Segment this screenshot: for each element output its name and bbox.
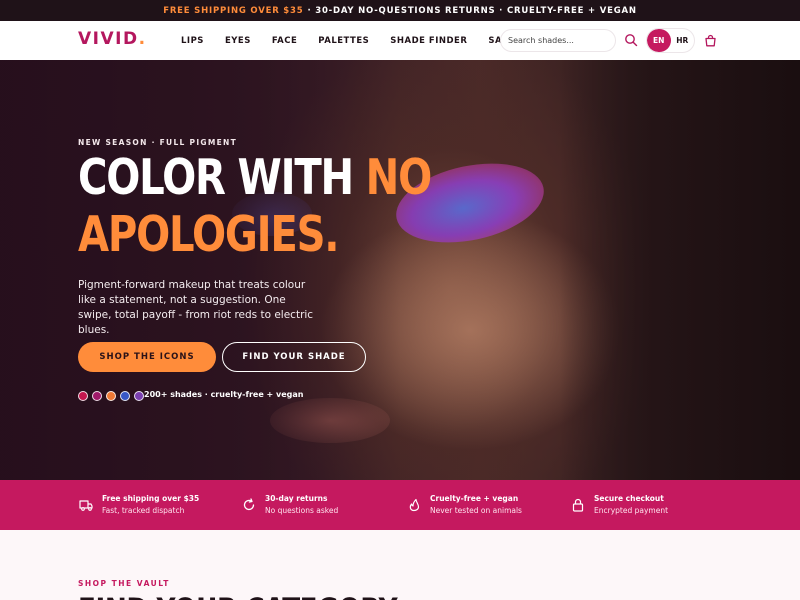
section-title: FIND YOUR CATEGORY (78, 591, 398, 600)
hero-eyebrow: NEW SEASON · FULL PIGMENT (78, 138, 238, 147)
hero-headline: COLOR WITH NO APOLOGIES. (78, 149, 433, 263)
swatch[interactable] (134, 391, 144, 401)
shades-count: 200+ shades · cruelty-free + vegan (144, 390, 304, 399)
hero-subtext: Pigment-forward makeup that treats colou… (78, 279, 314, 336)
lang-en[interactable]: EN (647, 29, 671, 52)
feature-desc: Fast, tracked dispatch (102, 506, 185, 515)
logo[interactable]: VIVID. (78, 29, 147, 49)
features-bar: Free shipping over $35 Fast, tracked dis… (0, 480, 800, 530)
announcement-rest: · 30-DAY NO-QUESTIONS RETURNS · CRUELTY-… (307, 5, 637, 16)
swatch[interactable] (92, 391, 102, 401)
shade-swatches (78, 391, 144, 401)
swatch[interactable] (120, 391, 130, 401)
headline-part-1: COLOR WITH (78, 149, 366, 206)
hero-overlay (0, 60, 800, 480)
nav-lips[interactable]: LIPS (181, 36, 204, 46)
search-input[interactable] (500, 29, 616, 52)
hero-section (0, 60, 800, 480)
truck-icon (79, 500, 93, 511)
refresh-icon (243, 498, 255, 511)
feature-title: Cruelty-free + vegan (430, 494, 519, 503)
section-kicker: SHOP THE VAULT (78, 579, 170, 588)
nav-palettes[interactable]: PALETTES (318, 36, 369, 46)
site-header: VIVID. LIPS EYES FACE PALETTES SHADE FIN… (0, 21, 800, 60)
feature-cruelty-free: Cruelty-free + vegan Never tested on ani… (407, 480, 522, 530)
nav-eyes[interactable]: EYES (225, 36, 251, 46)
feature-desc: No questions asked (265, 506, 339, 515)
nav-shade-finder[interactable]: SHADE FINDER (390, 36, 467, 46)
feature-secure: Secure checkout Encrypted payment (571, 480, 668, 530)
swatch[interactable] (78, 391, 88, 401)
feature-desc: Never tested on animals (430, 506, 522, 515)
language-switch: EN HR (646, 28, 695, 53)
shop-icons-button[interactable]: SHOP THE ICONS (78, 342, 216, 372)
feature-returns: 30-day returns No questions asked (242, 480, 338, 530)
swatch[interactable] (106, 391, 116, 401)
nav-face[interactable]: FACE (272, 36, 297, 46)
feature-title: 30-day returns (265, 494, 328, 503)
logo-text: VIVID (78, 29, 139, 49)
announcement-shipping: FREE SHIPPING OVER $35 (163, 5, 304, 16)
category-section: SHOP THE VAULT FIND YOUR CATEGORY (0, 530, 800, 600)
feature-title: Free shipping over $35 (102, 494, 200, 503)
lock-icon (572, 498, 584, 512)
headline-accent-2: APOLOGIES. (78, 206, 340, 263)
feature-desc: Encrypted payment (594, 506, 669, 515)
feature-title: Secure checkout (594, 494, 664, 503)
bag-icon[interactable] (704, 34, 717, 47)
leaf-icon (409, 498, 420, 512)
lang-hr[interactable]: HR (671, 29, 695, 52)
find-shade-button[interactable]: FIND YOUR SHADE (222, 342, 366, 372)
main-nav: LIPS EYES FACE PALETTES SHADE FINDER SAL… (181, 21, 514, 60)
feature-shipping: Free shipping over $35 Fast, tracked dis… (79, 480, 199, 530)
logo-dot: . (138, 29, 147, 49)
headline-accent-1: NO (365, 149, 433, 206)
announcement-bar: FREE SHIPPING OVER $35 · 30-DAY NO-QUEST… (0, 0, 800, 21)
search-icon[interactable] (624, 33, 638, 47)
